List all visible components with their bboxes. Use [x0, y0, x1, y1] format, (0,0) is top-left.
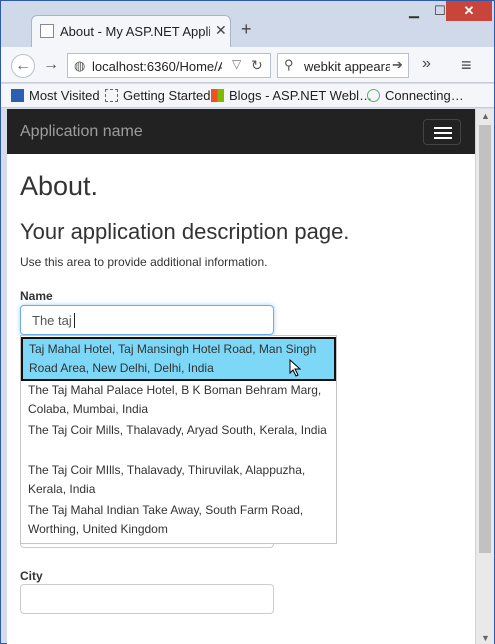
reload-icon[interactable]: ↻ — [251, 57, 263, 74]
url-dropdown-icon[interactable]: ▽ — [232, 57, 241, 71]
mouse-pointer-icon — [289, 359, 302, 377]
page-viewport: Application name About. Your application… — [7, 109, 475, 644]
new-tab-button[interactable]: + — [241, 19, 252, 40]
bookmark-folder-icon — [11, 89, 24, 102]
bookmark-most-visited[interactable]: Most Visited — [11, 88, 100, 103]
search-bar[interactable]: ⚲ webkit appearai ➔ — [277, 53, 409, 78]
url-text: localhost:6360/Home/Abo — [92, 59, 222, 74]
browser-tab[interactable]: About - My ASP.NET Appli ✕ — [31, 15, 231, 47]
title-bar: About - My ASP.NET Appli ✕ + ▁ ☐ ✕ — [1, 1, 494, 47]
autocomplete-item[interactable]: The Taj Coir Mills, Thalavady, Aryad Sou… — [22, 420, 335, 441]
microsoft-logo-icon — [211, 89, 224, 102]
bookmarks-toolbar: Most Visited Getting Started Blogs - ASP… — [1, 84, 494, 108]
window-close-button[interactable]: ✕ — [446, 1, 492, 21]
name-input-value: The taj — [32, 313, 75, 328]
scrollbar-thumb[interactable] — [479, 125, 491, 553]
hamburger-menu-icon[interactable] — [423, 119, 461, 145]
navigation-toolbar: ← → ◍ localhost:6360/Home/Abo ▽ ↻ ⚲ webk… — [1, 47, 494, 83]
text-caret — [73, 313, 75, 328]
search-text: webkit appearai — [304, 59, 390, 74]
autocomplete-item[interactable]: The Taj Mahal Indian Take Away, South Fa… — [22, 500, 335, 540]
bookmark-blogs[interactable]: Blogs - ASP.NET Webl… — [211, 88, 372, 103]
page-info-text: Use this area to provide additional info… — [20, 255, 268, 269]
app-navbar: Application name — [7, 109, 475, 154]
app-brand-link[interactable]: Application name — [20, 123, 143, 141]
page-subtitle: Your application description page. — [20, 219, 350, 244]
browser-window: About - My ASP.NET Appli ✕ + ▁ ☐ ✕ ← → ◍… — [0, 0, 495, 644]
search-go-icon[interactable]: ➔ — [392, 57, 403, 73]
address-bar[interactable]: ◍ localhost:6360/Home/Abo ▽ ↻ — [67, 53, 271, 78]
page-title: About. — [20, 171, 99, 201]
minimize-button[interactable]: ▁ — [401, 1, 427, 21]
globe-icon: ◍ — [74, 58, 86, 73]
back-arrow-icon[interactable]: ← — [11, 54, 35, 78]
bookmark-connecting[interactable]: Connecting… — [367, 88, 464, 103]
browser-menu-icon[interactable]: ≡ — [461, 55, 472, 76]
city-input[interactable] — [20, 584, 274, 614]
search-icon: ⚲ — [284, 57, 294, 72]
name-input[interactable]: The taj — [20, 305, 274, 335]
city-label: City — [20, 569, 43, 583]
tab-close-icon[interactable]: ✕ — [215, 22, 227, 39]
toolbar-overflow-icon[interactable]: » — [422, 55, 431, 73]
globe-icon — [367, 89, 380, 102]
vertical-scrollbar[interactable]: ▲ ▼ — [475, 109, 494, 644]
forward-arrow-icon[interactable]: → — [39, 54, 63, 78]
tab-title: About - My ASP.NET Appli — [60, 24, 210, 39]
page-favicon-icon — [40, 24, 54, 38]
name-label: Name — [20, 289, 53, 303]
scroll-down-icon[interactable]: ▼ — [481, 633, 490, 643]
bookmark-getting-started[interactable]: Getting Started — [105, 88, 210, 103]
autocomplete-item[interactable]: The Taj Coir MIlls, Thalavady, Thiruvila… — [22, 460, 335, 500]
page-icon — [105, 89, 118, 102]
autocomplete-item[interactable]: The Taj Mahal Palace Hotel, B K Boman Be… — [22, 380, 335, 420]
scroll-up-icon[interactable]: ▲ — [481, 111, 490, 121]
